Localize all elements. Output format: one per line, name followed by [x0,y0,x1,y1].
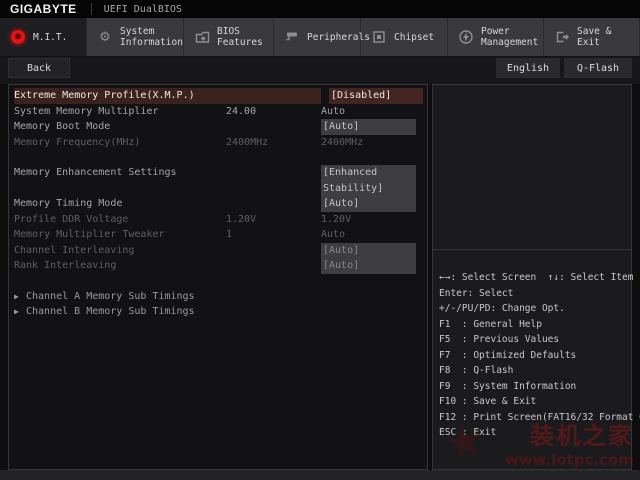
tab-mit[interactable]: M.I.T. [0,18,87,56]
setting-row-channel-interleaving: Channel Interleaving [Auto] [9,242,427,258]
firmware-title: UEFI DualBIOS [103,3,182,15]
toolbar: Back English Q-Flash [0,57,640,84]
setting-mid-value: 2400MHz [226,136,269,148]
tab-label: Chipset [394,31,435,43]
setting-label: Memory Boot Mode [14,121,111,132]
lightning-icon [458,29,474,45]
setting-row-memory-multiplier-tweaker: Memory Multiplier Tweaker 1 Auto [9,227,427,243]
setting-label: Memory Timing Mode [14,198,123,209]
tab-label: M.I.T. [33,31,68,43]
folder-plus-icon [194,29,210,45]
exit-icon [554,29,570,45]
submenu-label: Channel B Memory Sub Timings [26,306,195,317]
setting-row-memory-timing-mode[interactable]: Memory Timing Mode [Auto] [9,196,427,212]
row-spacer [9,150,427,165]
language-button[interactable]: English [496,58,560,78]
setting-row-rank-interleaving: Rank Interleaving [Auto] [9,258,427,274]
setting-mid-value: 24.00 [226,105,257,117]
setting-label: Extreme Memory Profile(X.M.P.) [14,90,195,101]
help-line: F10 : Save & Exit [439,396,537,407]
help-line: F7 : Optimized Defaults [439,349,577,361]
tab-label: BIOS Features [217,26,263,48]
setting-value-field: [Auto] [321,242,416,258]
setting-row-profile-ddr-voltage: Profile DDR Voltage 1.20V 1.20V [9,212,427,228]
setting-row-memory-boot-mode[interactable]: Memory Boot Mode [Auto] [9,119,427,135]
setting-row-xmp[interactable]: Extreme Memory Profile(X.M.P.) [Disabled… [9,88,427,104]
camera-icon [284,29,300,45]
submenu-channel-b-sub-timings[interactable]: ▶ Channel B Memory Sub Timings [9,304,427,320]
setting-row-memory-enhancement[interactable]: Memory Enhancement Settings [Enhanced St… [9,165,427,196]
setting-value-field[interactable]: Auto [321,104,416,120]
setting-value-field: 2400MHz [321,136,364,148]
gear-icon: ⚙ [99,29,111,45]
setting-mid-value [226,88,321,104]
bottom-strip [0,470,640,480]
help-line: F5 : Previous Values [439,334,560,345]
tab-bios-features[interactable]: BIOS Features [184,18,274,56]
help-line: ESC : Exit [439,427,497,438]
help-line: +/-/PU/PD: Change Opt. [439,303,565,314]
key-legend: ←→: Select Screen ↑↓: Select Item Enter:… [433,250,640,441]
tab-system-information[interactable]: ⚙ System Information [87,18,184,56]
setting-value-field: 1.20V [321,213,352,225]
setting-label: Profile DDR Voltage [14,213,129,225]
tab-label: Save & Exit [577,26,612,48]
setting-label: Memory Multiplier Tweaker [14,229,165,240]
setting-value-field[interactable]: [Enhanced Stability] [321,165,416,196]
setting-label: System Memory Multiplier [14,105,159,117]
submenu-arrow-icon: ▶ [14,291,19,301]
setting-row-system-memory-multiplier[interactable]: System Memory Multiplier 24.00 Auto [9,104,427,120]
setting-label: Memory Frequency(MHz) [14,136,141,148]
help-line: F1 : General Help [439,318,542,330]
chip-icon [371,29,387,45]
row-spacer [9,274,427,289]
submenu-arrow-icon: ▶ [14,307,19,316]
setting-label: Rank Interleaving [14,260,117,271]
red-led-icon [10,29,26,45]
help-line: F12 : Print Screen(FAT16/32 Format Only) [439,411,640,423]
settings-panel: Extreme Memory Profile(X.M.P.) [Disabled… [8,84,428,470]
setting-value-field[interactable]: [Disabled] [329,88,423,104]
help-line: Enter: Select [439,287,514,299]
back-button[interactable]: Back [8,58,70,78]
tab-save-exit[interactable]: Save & Exit [544,18,640,56]
submenu-channel-a-sub-timings[interactable]: ▶ Channel A Memory Sub Timings [9,289,427,305]
tab-chipset[interactable]: Chipset [361,18,448,56]
help-line: ←→: Select Screen ↑↓: Select Item [439,272,634,283]
setting-row-memory-frequency: Memory Frequency(MHz) 2400MHz 2400MHz [9,135,427,151]
setting-label: Memory Enhancement Settings [14,167,177,178]
setting-mid-value: 1 [226,229,233,240]
help-line: F9 : System Information [439,380,577,392]
tab-peripherals[interactable]: Peripherals [274,18,370,56]
tab-power-management[interactable]: Power Management [448,18,544,56]
submenu-label: Channel A Memory Sub Timings [26,290,195,302]
setting-mid-value: 1.20V [226,213,257,225]
setting-label: Channel Interleaving [14,244,135,256]
tab-label: Power Management [481,26,539,48]
qflash-button[interactable]: Q-Flash [564,58,632,78]
gigabyte-logo: GIGABYTE [10,2,77,16]
top-tab-bar: M.I.T. ⚙ System Information BIOS Feature… [0,18,640,57]
setting-value-field[interactable]: [Auto] [321,119,416,135]
setting-value-field: [Auto] [321,258,416,274]
title-bar: GIGABYTE UEFI DualBIOS [0,0,640,18]
help-line: F8 : Q-Flash [439,365,514,376]
tab-label: System Information [120,26,183,48]
setting-value-field: Auto [321,229,346,240]
help-panel: ←→: Select Screen ↑↓: Select Item Enter:… [432,84,640,470]
item-description-area [433,85,631,250]
setting-value-field[interactable]: [Auto] [321,196,416,212]
